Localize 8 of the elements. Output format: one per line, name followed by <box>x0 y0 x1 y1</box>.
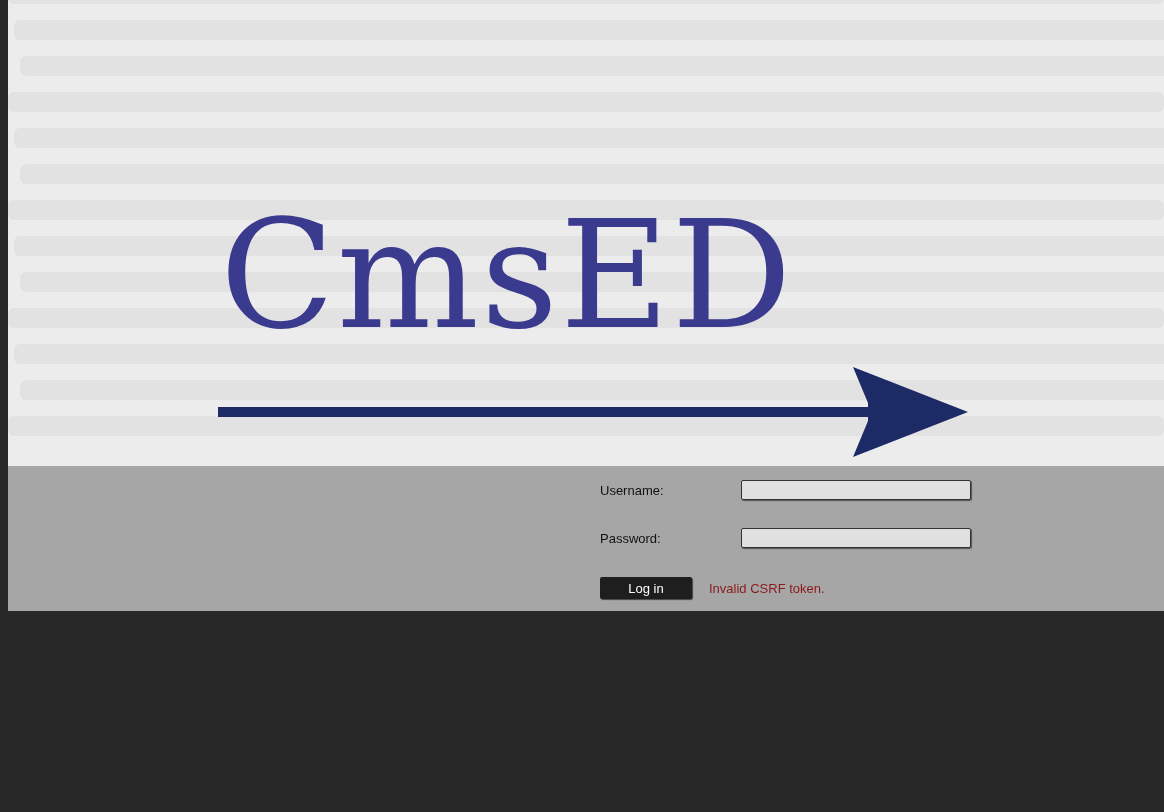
logo-text: CmsED <box>220 200 794 350</box>
input-field[interactable] <box>741 480 971 500</box>
error-message: Invalid CSRF token. <box>709 580 825 596</box>
input-field[interactable] <box>741 528 971 548</box>
arrow-icon <box>218 367 968 457</box>
field-label: Password: <box>600 530 662 546</box>
field-label: Username: <box>600 482 665 498</box>
login-button[interactable]: Log in <box>600 577 692 599</box>
